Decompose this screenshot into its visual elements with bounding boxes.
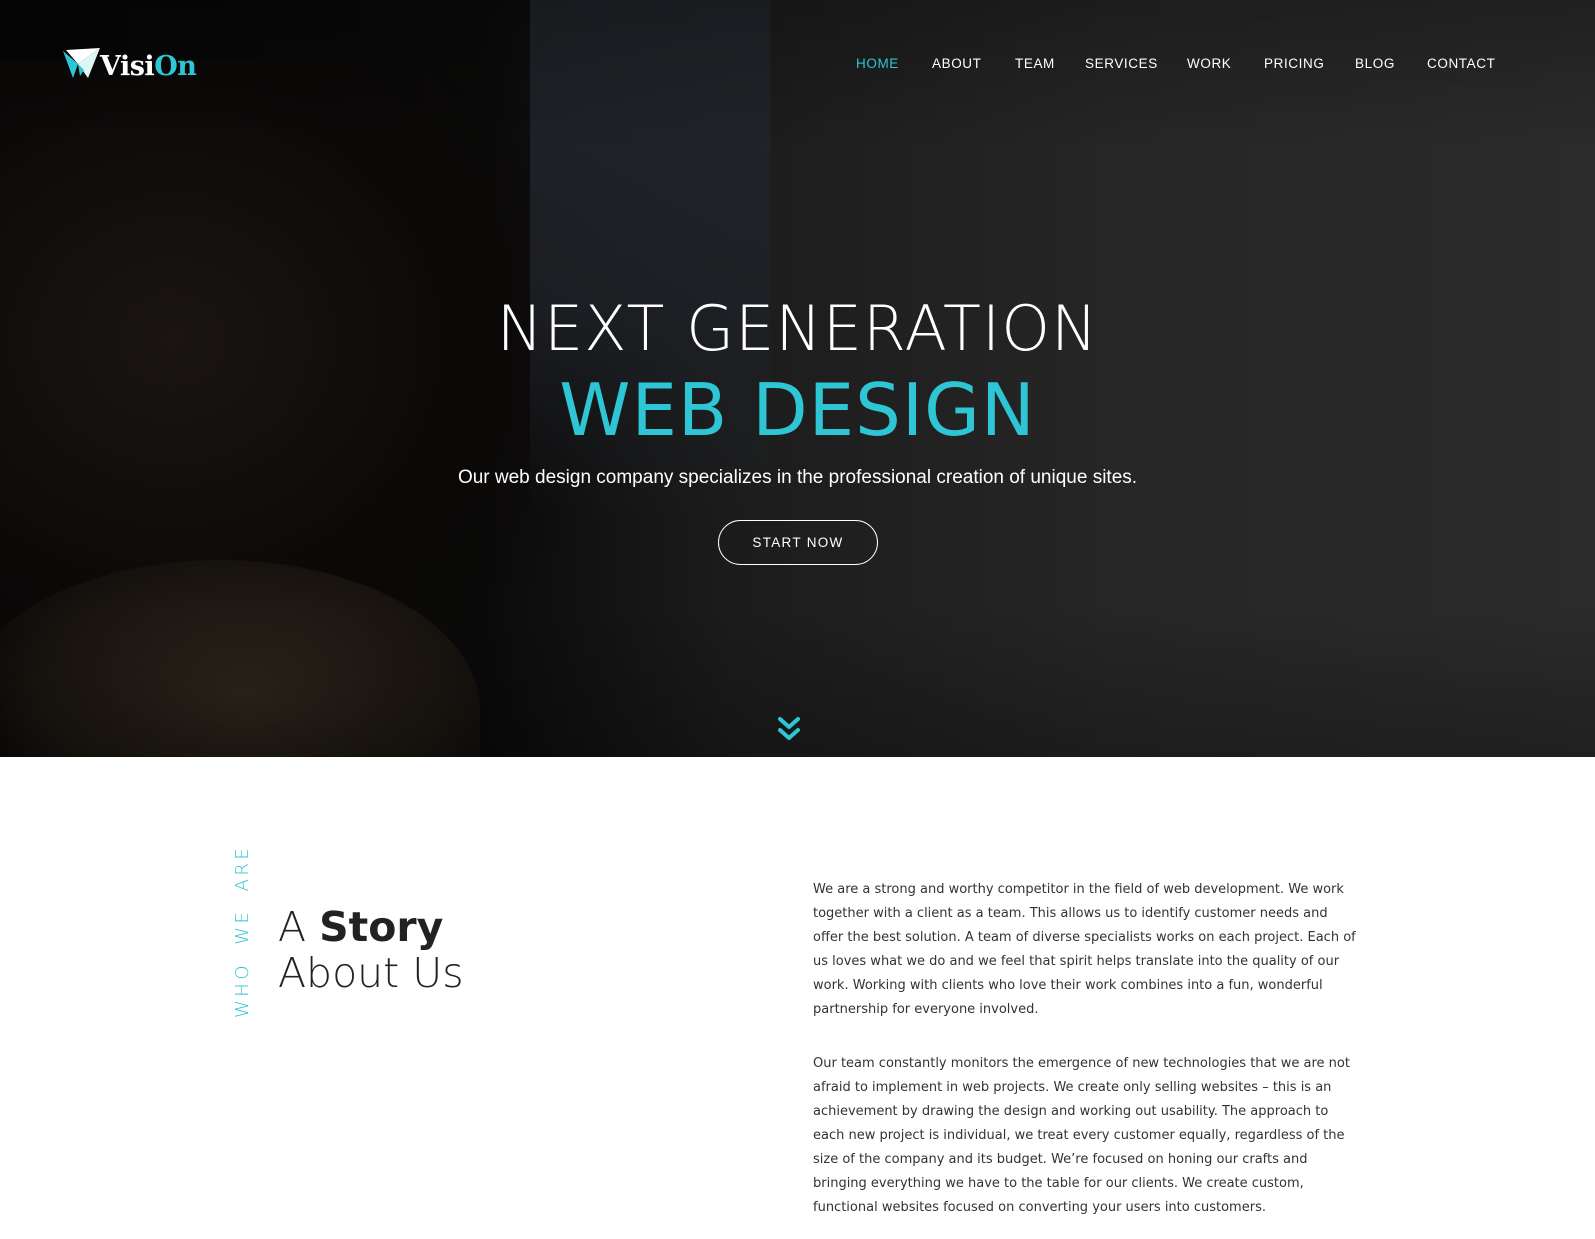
nav-item-work[interactable]: WORK: [1187, 56, 1231, 71]
about-title: A Story About Us: [278, 904, 464, 996]
about-title-bold: Story: [319, 903, 444, 951]
nav-item-team[interactable]: TEAM: [1015, 56, 1055, 71]
hero-section: VisiOn HOME ABOUT TEAM SERVICES WORK PRI…: [0, 0, 1595, 757]
nav-item-home[interactable]: HOME: [856, 56, 899, 71]
nav-item-about[interactable]: ABOUT: [932, 56, 982, 71]
start-now-button[interactable]: START NOW: [718, 520, 878, 565]
hero-subtitle: Our web design company specializes in th…: [457, 467, 1138, 488]
about-title-line2: About Us: [278, 949, 464, 997]
nav-item-services[interactable]: SERVICES: [1085, 56, 1158, 71]
about-paragraph: We are a strong and worthy competitor in…: [813, 882, 1356, 1017]
nav-item-contact[interactable]: CONTACT: [1427, 56, 1495, 71]
nav-item-blog[interactable]: BLOG: [1355, 56, 1395, 71]
nav-item-pricing[interactable]: PRICING: [1264, 56, 1324, 71]
about-title-prefix: A: [278, 903, 320, 951]
chevron-double-down-icon[interactable]: [778, 716, 800, 742]
hero-heading-line1: NEXT GENERATION: [496, 292, 1099, 365]
section-eyebrow: WHO WE ARE: [232, 844, 253, 1018]
hero-heading-line2: WEB DESIGN: [559, 368, 1036, 452]
main-nav: HOME ABOUT TEAM SERVICES WORK PRICING BL…: [0, 56, 1595, 76]
about-body: We are a strong and worthy competitor in…: [813, 878, 1358, 1239]
about-paragraph: Our team constantly monitors the emergen…: [813, 1056, 1350, 1215]
